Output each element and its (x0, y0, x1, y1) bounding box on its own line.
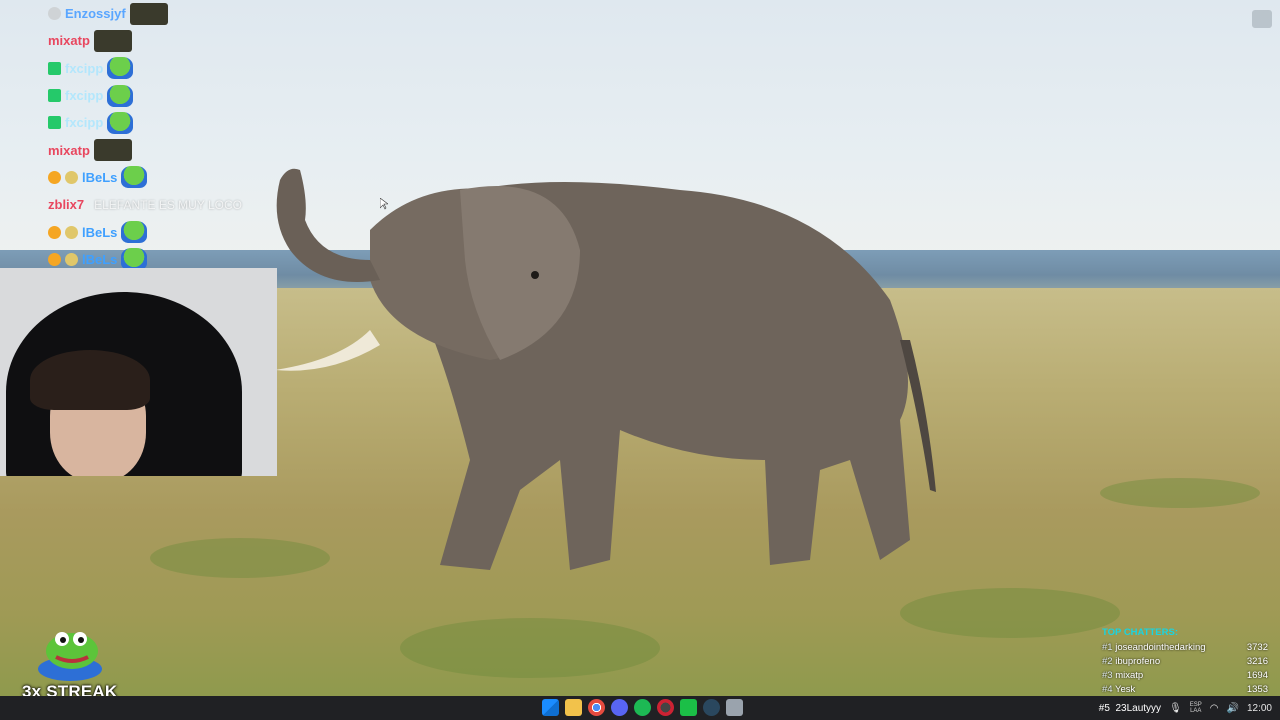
orange-badge-icon (48, 170, 61, 184)
top-chatter-rank: #1 (1102, 641, 1113, 653)
windows-start-icon[interactable] (542, 699, 559, 716)
top-chatters-panel: TOP CHATTERS: #1 joseandointhedarking 37… (1102, 627, 1268, 697)
smile-badge-icon (65, 252, 78, 266)
top-chatter-name: ibuprofeno (1115, 655, 1161, 667)
emote-icon (93, 29, 132, 52)
top-chatter-row: #3 mixatp 1694 (1102, 668, 1268, 682)
webcam-overlay (0, 268, 277, 476)
top-chatter-name: joseandointhedarking (1115, 641, 1206, 653)
chat-message: lBeLs (48, 164, 368, 191)
chat-message: zblix7 ELEFANTE ES MUY LOCO (48, 191, 368, 218)
chat-username: mixatp (48, 142, 90, 158)
top-chatter-count: 1694 (1246, 669, 1268, 681)
mouse-cursor-icon (380, 198, 388, 210)
chatter-rank-badge: #5 23Lautyyy (1098, 702, 1162, 714)
top-chatters-title: TOP CHATTERS: (1102, 627, 1179, 638)
chat-username: lBeLs (82, 169, 118, 185)
microphone-icon[interactable]: 🎙 (1169, 703, 1182, 714)
smile-badge-icon (65, 225, 78, 239)
language-indicator[interactable]: ESP LAA (1190, 702, 1202, 714)
emote-icon (93, 139, 132, 162)
green-app-icon[interactable] (680, 699, 697, 716)
taskbar: #5 23Lautyyy 🎙 ESP LAA ◠ 🔊 12:00 (0, 696, 1280, 720)
chat-username: zblix7 (48, 197, 85, 213)
steam-icon[interactable] (703, 699, 720, 716)
obs-icon[interactable] (657, 699, 674, 716)
frog-emote-icon (107, 57, 134, 80)
chrome-icon[interactable] (588, 699, 605, 716)
chat-username: lBeLs (82, 224, 118, 240)
smile-badge-icon (48, 7, 61, 21)
chat-message-text: ELEFANTE ES MUY LOCO (94, 197, 242, 212)
chat-username: fxcipp (65, 88, 104, 104)
top-chatter-name: Yesk (1115, 684, 1136, 696)
chat-message: fxcipp (48, 82, 368, 109)
chat-message: mixatp (48, 27, 368, 54)
frog-emote-icon (121, 166, 148, 189)
chat-username: lBeLs (82, 251, 118, 267)
top-chatter-count: 3732 (1246, 641, 1268, 653)
top-chatter-row: #4 Yesk 1353 (1102, 683, 1268, 697)
top-chatter-count: 3216 (1246, 655, 1268, 667)
frog-emote-icon (107, 84, 134, 107)
smile-badge-icon (65, 170, 78, 184)
top-chatter-count: 1353 (1246, 684, 1268, 696)
chat-username: mixatp (48, 33, 90, 49)
extra-app-icon[interactable] (726, 699, 743, 716)
top-chatter-rank: #3 (1102, 669, 1113, 681)
chat-message: lBeLs (48, 218, 368, 245)
chat-overlay: Enzossjyf mixatp fxcipp fxcipp fxcipp mi… (48, 0, 368, 273)
chat-message: fxcipp (48, 55, 368, 82)
system-tray: #5 23Lautyyy 🎙 ESP LAA ◠ 🔊 12:00 (1099, 696, 1272, 720)
clock[interactable]: 12:00 (1247, 703, 1272, 714)
top-chatter-rank: #4 (1102, 684, 1113, 696)
frog-emote-icon (121, 248, 148, 271)
overlay-toggle-button[interactable] (1252, 10, 1272, 28)
chat-message: mixatp (48, 136, 368, 163)
top-chatter-rank: #2 (1102, 655, 1113, 667)
file-explorer-icon[interactable] (565, 699, 582, 716)
top-chatter-row: #1 joseandointhedarking 3732 (1102, 640, 1268, 654)
green-badge-icon (48, 61, 61, 75)
orange-badge-icon (48, 225, 61, 239)
taskbar-apps (542, 699, 743, 716)
frog-emote-icon (38, 632, 102, 681)
orange-badge-icon (48, 252, 61, 266)
discord-icon[interactable] (611, 699, 628, 716)
frog-emote-icon (107, 111, 134, 134)
green-badge-icon (48, 89, 61, 103)
chat-message: Enzossjyf (48, 0, 368, 27)
volume-icon[interactable]: 🔊 (1227, 703, 1239, 714)
chat-message: fxcipp (48, 109, 368, 136)
top-chatter-name: mixatp (1115, 669, 1144, 681)
wifi-icon[interactable]: ◠ (1210, 703, 1219, 714)
chat-username: fxcipp (65, 115, 104, 131)
frog-emote-icon (121, 221, 148, 244)
chat-username: Enzossjyf (65, 6, 126, 22)
streamer-hair (30, 350, 150, 410)
top-chatter-row: #2 ibuprofeno 3216 (1102, 654, 1268, 668)
spotify-icon[interactable] (634, 699, 651, 716)
chat-username: fxcipp (65, 60, 104, 76)
emote-icon (129, 2, 168, 25)
green-badge-icon (48, 116, 61, 130)
